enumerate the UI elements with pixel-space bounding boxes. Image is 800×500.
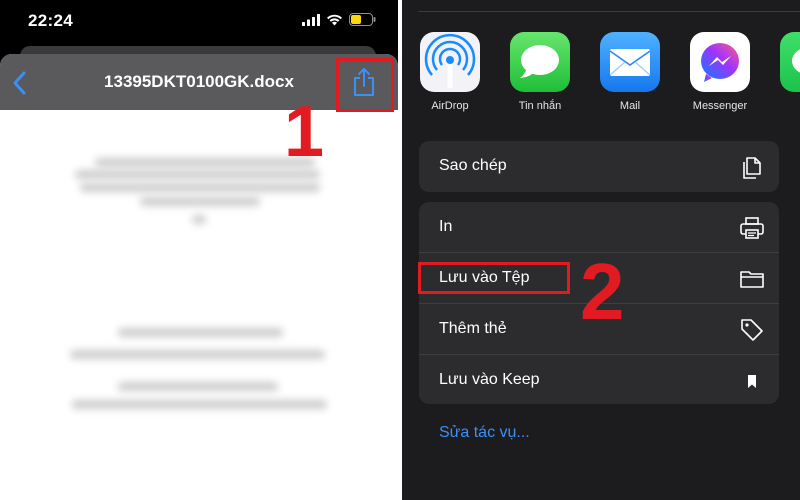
highlight-share-button <box>336 58 394 112</box>
app-label: AirDrop <box>431 100 469 112</box>
action-group-copy: Sao chép <box>419 141 779 192</box>
app-label: Mail <box>619 100 641 112</box>
copy-icon <box>743 157 761 179</box>
mail-icon <box>600 32 660 92</box>
share-app-line-partial[interactable] <box>770 32 800 92</box>
share-app-airdrop[interactable]: AirDrop <box>410 32 490 112</box>
share-apps-row: AirDrop Tin nhắn Mail Messenger <box>402 32 800 122</box>
top-separator <box>418 11 800 12</box>
bookmark-icon <box>748 375 756 388</box>
app-label: Messenger <box>692 100 748 112</box>
highlight-save-to-files <box>418 262 570 294</box>
folder-icon <box>740 271 764 288</box>
action-label: Thêm thẻ <box>439 320 507 337</box>
step-number-1: 1 <box>284 92 325 172</box>
action-copy[interactable]: Sao chép <box>419 141 779 191</box>
app-label: Tin nhắn <box>518 100 562 112</box>
action-save-to-keep[interactable]: Lưu vào Keep <box>419 355 779 404</box>
action-print[interactable]: In <box>419 202 779 252</box>
step-number-2: 2 <box>580 247 625 336</box>
share-app-messenger[interactable]: Messenger <box>680 32 760 112</box>
printer-icon <box>740 217 764 239</box>
airdrop-icon <box>420 32 480 92</box>
messages-icon <box>510 32 570 92</box>
action-label: Lưu vào Keep <box>439 371 540 388</box>
share-app-messages[interactable]: Tin nhắn <box>500 32 580 112</box>
action-label: In <box>439 218 453 235</box>
line-app-icon <box>780 32 800 92</box>
messenger-icon <box>690 32 750 92</box>
tag-icon <box>741 319 763 341</box>
share-app-mail[interactable]: Mail <box>590 32 670 112</box>
action-label: Sao chép <box>439 157 507 174</box>
edit-actions-link[interactable]: Sửa tác vụ... <box>439 424 530 442</box>
